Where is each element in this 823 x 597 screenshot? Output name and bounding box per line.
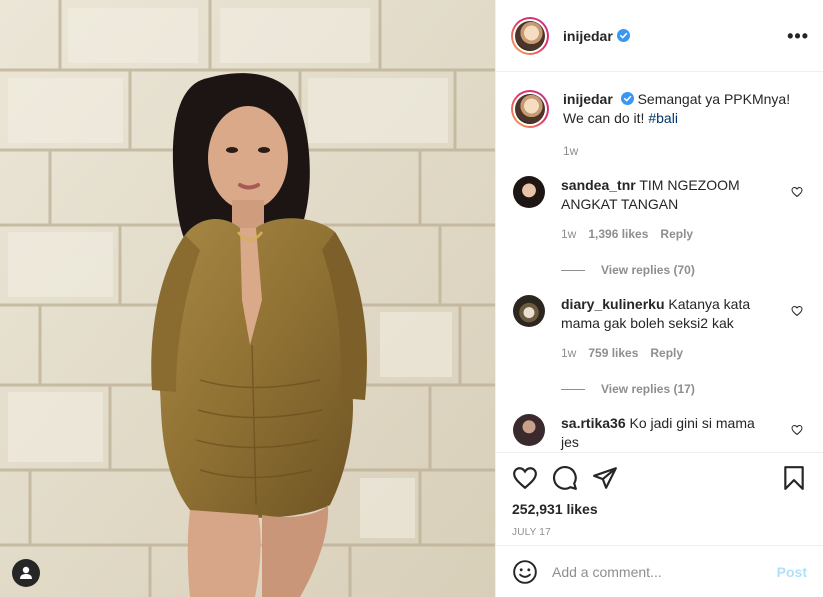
tagged-users-button[interactable] xyxy=(12,559,40,587)
post-comment-button[interactable]: Post xyxy=(777,564,807,580)
verified-badge-icon xyxy=(616,29,630,42)
comment-username[interactable]: sandea_tnr xyxy=(561,177,636,193)
commenter-avatar[interactable] xyxy=(513,295,545,327)
more-options-button[interactable]: ••• xyxy=(787,27,809,45)
user-icon xyxy=(20,566,32,579)
comment-username[interactable]: diary_kulinerku xyxy=(561,296,665,312)
comments-list[interactable]: inijedar Semangat ya PPKMnya! We can do … xyxy=(496,72,823,452)
like-comment-heart-icon[interactable] xyxy=(791,424,803,436)
view-replies-button[interactable]: View replies (70) xyxy=(561,263,767,277)
comment-meta: 1w 1,396 likes Reply xyxy=(561,227,767,241)
like-comment-heart-icon[interactable] xyxy=(791,305,803,317)
divider-line xyxy=(561,388,585,390)
comment-input[interactable] xyxy=(552,563,777,580)
divider-line xyxy=(561,269,585,271)
like-comment-heart-icon[interactable] xyxy=(791,186,803,198)
comment-item: sandea_tnr TIM NGEZOOM ANGKAT TANGAN 1w … xyxy=(511,176,807,277)
post-date[interactable]: JULY 17 xyxy=(512,527,807,538)
comment-body: diary_kulinerku Katanya kata mama gak bo… xyxy=(561,295,767,333)
caption-timestamp[interactable]: 1w xyxy=(563,144,807,158)
view-replies-label: View replies (17) xyxy=(601,382,695,396)
emoji-icon[interactable] xyxy=(512,559,538,585)
likes-count[interactable]: 252,931 likes xyxy=(512,501,807,517)
comment-bubble-icon[interactable] xyxy=(552,465,578,491)
verified-badge-icon xyxy=(620,92,634,105)
comment-time[interactable]: 1w xyxy=(561,346,576,360)
view-replies-label: View replies (70) xyxy=(601,263,695,277)
comment-time[interactable]: 1w xyxy=(561,227,576,241)
view-replies-button[interactable]: View replies (17) xyxy=(561,382,767,396)
author-username[interactable]: inijedar xyxy=(563,28,613,44)
post-header: inijedar ••• xyxy=(496,0,823,72)
reply-button[interactable]: Reply xyxy=(650,346,683,360)
share-paper-plane-icon[interactable] xyxy=(592,465,618,491)
caption-body: inijedar Semangat ya PPKMnya! We can do … xyxy=(563,90,807,128)
author-avatar[interactable] xyxy=(511,16,549,55)
instagram-post-view: inijedar ••• inijedar Semangat ya PPKMny… xyxy=(0,0,823,597)
comment-meta: 1w 759 likes Reply xyxy=(561,346,767,360)
comment-body: sa.rtika36 Ko jadi gini si mama jes xyxy=(561,414,767,452)
caption-hashtag[interactable]: #bali xyxy=(648,110,678,126)
commenter-avatar[interactable] xyxy=(513,176,545,208)
reply-button[interactable]: Reply xyxy=(660,227,693,241)
comment-body: sandea_tnr TIM NGEZOOM ANGKAT TANGAN xyxy=(561,176,767,214)
comment-item: sa.rtika36 Ko jadi gini si mama jes xyxy=(511,414,807,452)
comment-username[interactable]: sa.rtika36 xyxy=(561,415,626,431)
commenter-avatar[interactable] xyxy=(513,414,545,446)
post-side-panel: inijedar ••• inijedar Semangat ya PPKMny… xyxy=(495,0,823,597)
caption-avatar[interactable] xyxy=(511,90,549,128)
photo-woman-against-stone-wall xyxy=(0,0,495,597)
action-bar xyxy=(512,463,807,493)
caption: inijedar Semangat ya PPKMnya! We can do … xyxy=(511,72,807,128)
post-photo[interactable] xyxy=(0,0,495,597)
like-heart-icon[interactable] xyxy=(512,465,538,491)
comment-likes[interactable]: 1,396 likes xyxy=(588,227,648,241)
caption-username[interactable]: inijedar xyxy=(563,91,613,107)
comment-likes[interactable]: 759 likes xyxy=(588,346,638,360)
add-comment-bar: Post xyxy=(496,545,823,597)
comment-item: diary_kulinerku Katanya kata mama gak bo… xyxy=(511,295,807,396)
save-bookmark-icon[interactable] xyxy=(781,465,807,491)
